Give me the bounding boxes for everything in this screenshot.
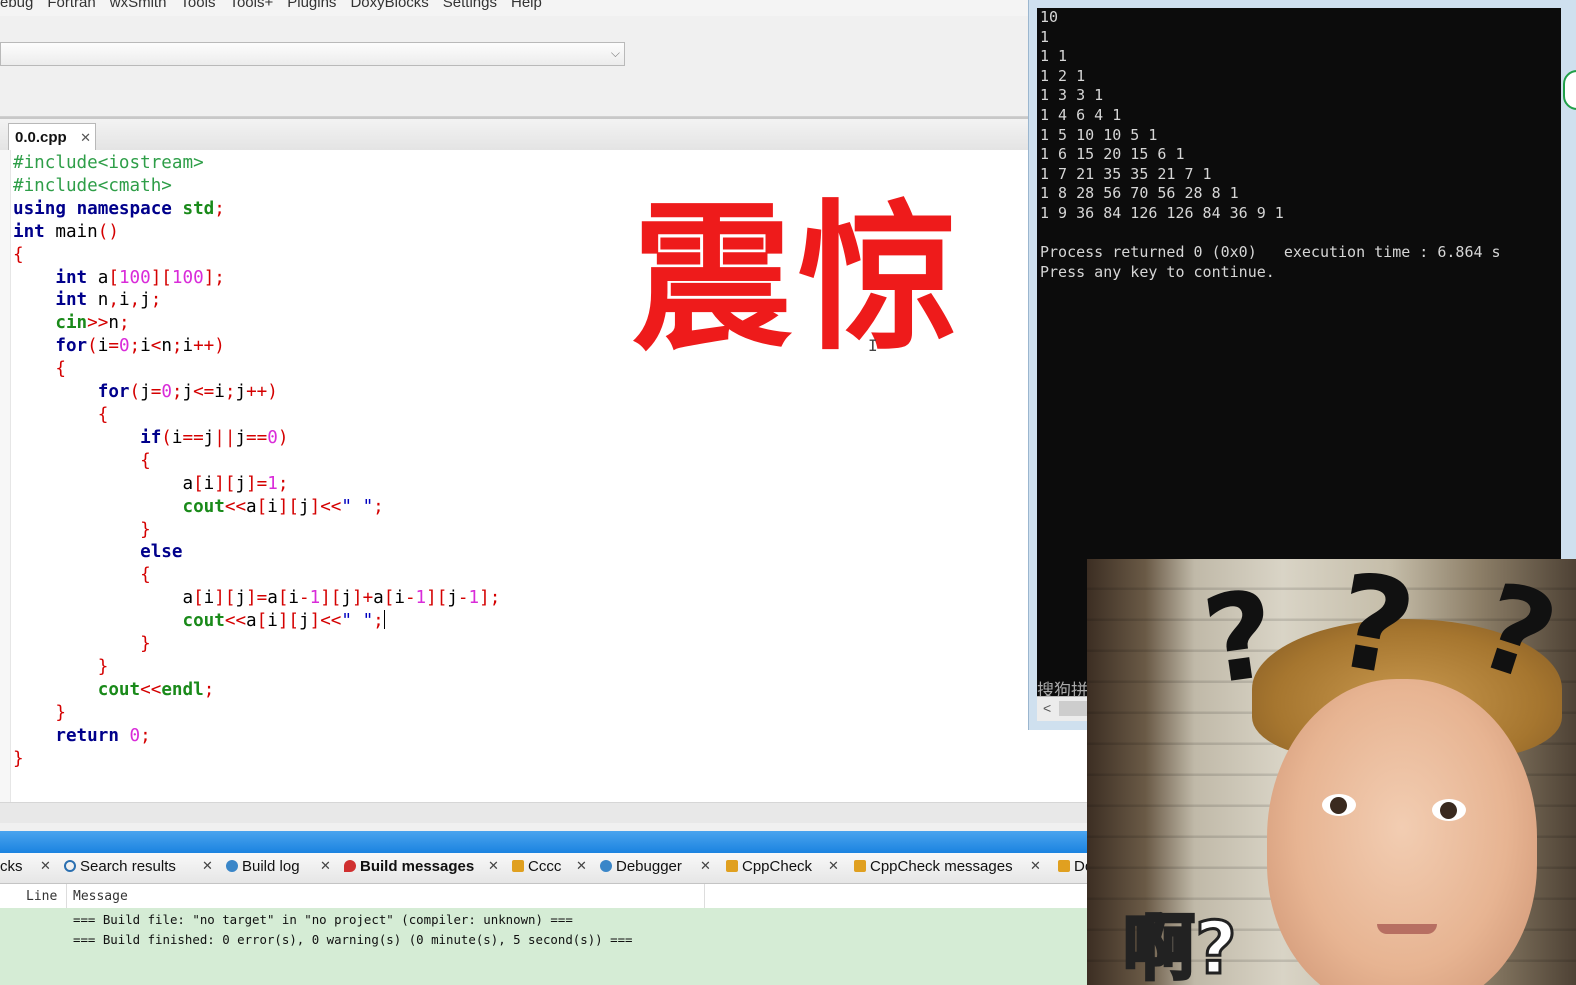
document-icon (854, 860, 866, 872)
scroll-left-icon[interactable]: < (1043, 700, 1051, 716)
tab-label: CppCheck messages (870, 858, 1013, 875)
tab-cppcheck[interactable]: CppCheck ✕ (726, 858, 839, 882)
tab-search-results[interactable]: Search results ✕ (64, 858, 213, 882)
close-icon[interactable]: ✕ (700, 858, 711, 874)
close-icon[interactable]: ✕ (320, 858, 331, 874)
close-icon[interactable]: ✕ (576, 858, 587, 874)
tab-label: Build log (242, 858, 300, 875)
text-caret (383, 610, 385, 630)
chevron-down-icon[interactable]: ⌵ (611, 46, 620, 61)
source-code[interactable]: #include<iostream> #include<cmath> using… (13, 152, 500, 770)
list-item[interactable]: === Build finished: 0 error(s), 0 warnin… (73, 932, 633, 947)
right-eye (1432, 799, 1466, 821)
build-messages-header: Line Message (0, 884, 1090, 909)
console-text: 10 1 1 1 1 2 1 1 3 3 1 1 4 6 4 1 1 5 10 … (1040, 8, 1501, 281)
tab-build-log[interactable]: Build log ✕ (226, 858, 331, 882)
tab-cppcheck-messages[interactable]: CppCheck messages ✕ (854, 858, 1041, 882)
close-icon[interactable]: ✕ (1030, 858, 1041, 874)
child-face (1267, 679, 1537, 985)
child-mouth (1377, 924, 1437, 934)
pin-icon (344, 860, 356, 872)
side-widget-icon[interactable] (1563, 70, 1576, 110)
tab-label: Debugger (616, 858, 682, 875)
menu-plugins[interactable]: Plugins (287, 0, 336, 13)
close-icon[interactable]: ✕ (202, 858, 213, 874)
menu-settings[interactable]: Settings (443, 0, 497, 13)
tab-label: Search results (80, 858, 176, 875)
tab-0-0-cpp[interactable]: 0.0.cpp ✕ (8, 123, 96, 150)
meme-image: ? ? ? 啊? (1087, 559, 1576, 985)
search-icon (64, 860, 76, 872)
close-icon[interactable]: ✕ (80, 130, 91, 146)
document-icon (1058, 860, 1070, 872)
left-eye (1322, 794, 1356, 816)
tab-debugger[interactable]: Debugger ✕ (600, 858, 711, 882)
tab-label: Build messages (360, 858, 475, 875)
tab-cccc[interactable]: Cccc ✕ (512, 858, 587, 882)
logs-tab-strip: cks ✕ Search results ✕ Build log ✕ Build… (0, 853, 1093, 884)
menu-fortran[interactable]: Fortran (47, 0, 95, 13)
gear-icon (600, 860, 612, 872)
close-icon[interactable]: ✕ (40, 858, 51, 874)
tab-label: Cccc (528, 858, 562, 875)
tab-label: CppCheck (742, 858, 813, 875)
close-icon[interactable]: ✕ (828, 858, 839, 874)
document-icon (512, 860, 524, 872)
editor-tab-strip: 0.0.cpp ✕ (0, 117, 1030, 150)
meme-caption: 啊? (1122, 905, 1239, 985)
document-icon (726, 860, 738, 872)
editor-margin (0, 150, 11, 802)
close-icon[interactable]: ✕ (488, 858, 499, 874)
tab-label: cks (0, 858, 23, 875)
target-combo[interactable]: ⌵ (0, 42, 625, 66)
overlay-shock-text: 震惊 (632, 184, 965, 372)
menu-tools[interactable]: Tools (180, 0, 215, 13)
logs-pane-titlebar (0, 831, 1090, 853)
editor-horizontal-scrollbar[interactable] (0, 802, 1090, 823)
text-cursor-icon: I (868, 336, 878, 355)
gear-icon (226, 860, 238, 872)
menu-debug[interactable]: ebug (0, 0, 33, 13)
tab-bookmarks[interactable]: cks ✕ (0, 858, 51, 882)
menu-tools-plus[interactable]: Tools+ (229, 0, 273, 13)
code-editor[interactable]: #include<iostream> #include<cmath> using… (0, 150, 1090, 802)
column-message[interactable]: Message (73, 889, 128, 904)
menu-wxsmith[interactable]: wxSmith (110, 0, 167, 13)
list-item[interactable]: === Build file: "no target" in "no proje… (73, 912, 573, 927)
tab-build-messages[interactable]: Build messages ✕ (344, 858, 499, 882)
tab-label: 0.0.cpp (15, 129, 67, 146)
toolbar: ⌵ (0, 16, 1030, 117)
menu-help[interactable]: Help (511, 0, 542, 13)
column-line[interactable]: Line (26, 889, 57, 904)
menu-bar: ebug Fortran wxSmith Tools Tools+ Plugin… (0, 0, 1030, 16)
build-messages-list: === Build file: "no target" in "no proje… (0, 908, 1090, 985)
menu-doxyblocks[interactable]: DoxyBlocks (350, 0, 428, 13)
